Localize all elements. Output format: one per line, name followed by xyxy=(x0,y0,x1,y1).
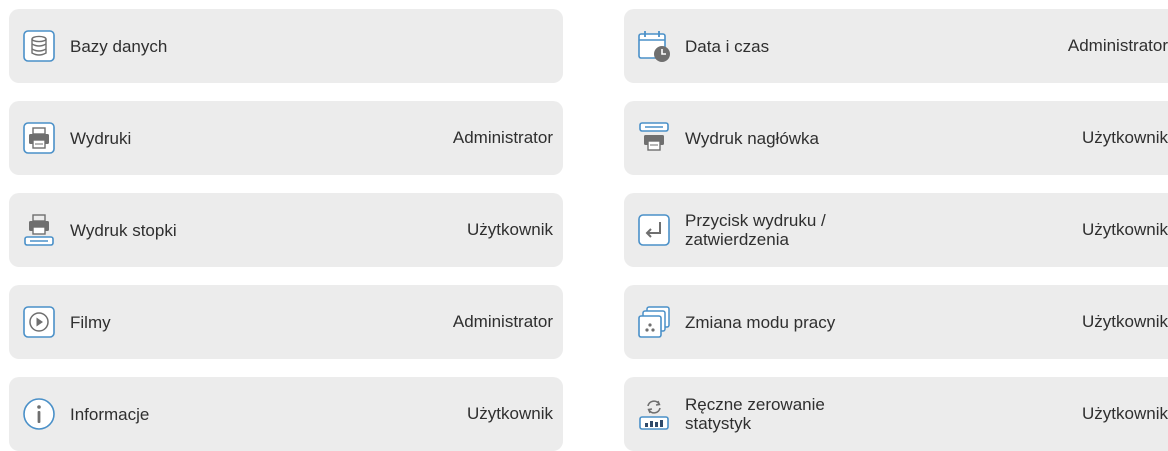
menu-item-date-time[interactable]: Data i czas Administrator xyxy=(624,9,1168,83)
menu-item-role: Administrator xyxy=(1067,36,1168,55)
menu-item-label: Wydruk nagłówka xyxy=(685,128,820,148)
menu-item-role: Administrator xyxy=(452,128,553,147)
menu-item-footer-printout[interactable]: Wydruk stopki Użytkownik xyxy=(9,193,563,267)
footer-printout-icon xyxy=(22,213,56,247)
reset-statistics-icon xyxy=(637,397,671,431)
menu-item-label: Informacje xyxy=(70,404,150,424)
working-modes-icon xyxy=(637,305,671,339)
menu-item-role: Użytkownik xyxy=(467,220,553,239)
play-circle-icon xyxy=(22,305,56,339)
menu-item-label: Bazy danych xyxy=(70,36,168,56)
menu-item-information[interactable]: Informacje Użytkownik xyxy=(9,377,563,451)
menu-item-role: Użytkownik xyxy=(1082,312,1168,331)
menu-item-videos[interactable]: Filmy Administrator xyxy=(9,285,563,359)
header-printout-icon xyxy=(637,121,671,155)
menu-item-role: Użytkownik xyxy=(1082,404,1168,423)
calendar-clock-icon xyxy=(637,29,671,63)
menu-item-print-confirm-button[interactable]: Przycisk wydruku / zatwierdzenia Użytkow… xyxy=(624,193,1168,267)
menu-item-printouts[interactable]: Wydruki Administrator xyxy=(9,101,563,175)
menu-item-role: Użytkownik xyxy=(1082,128,1168,147)
menu-item-header-printout[interactable]: Wydruk nagłówka Użytkownik xyxy=(624,101,1168,175)
menu-item-role: Administrator xyxy=(452,312,553,331)
enter-key-icon xyxy=(637,213,671,247)
menu-item-label: Zmiana modu pracy xyxy=(685,312,836,332)
menu-item-label: Filmy xyxy=(70,312,111,332)
menu-item-label: Data i czas xyxy=(685,36,770,56)
menu-item-manual-statistics-reset[interactable]: Ręczne zerowanie statystyk Użytkownik xyxy=(624,377,1168,451)
database-icon xyxy=(22,29,56,63)
menu-item-label: Wydruki xyxy=(70,128,132,148)
menu-item-role: Użytkownik xyxy=(467,404,553,423)
menu-item-label: Wydruk stopki xyxy=(70,220,177,240)
menu-item-label: Ręczne zerowanie statystyk xyxy=(685,395,825,433)
menu-item-role: Użytkownik xyxy=(1082,220,1168,239)
printer-icon xyxy=(22,121,56,155)
menu-item-label: Przycisk wydruku / zatwierdzenia xyxy=(685,211,826,249)
menu-item-working-mode-change[interactable]: Zmiana modu pracy Użytkownik xyxy=(624,285,1168,359)
menu-item-databases[interactable]: Bazy danych xyxy=(9,9,563,83)
info-icon xyxy=(22,397,56,431)
